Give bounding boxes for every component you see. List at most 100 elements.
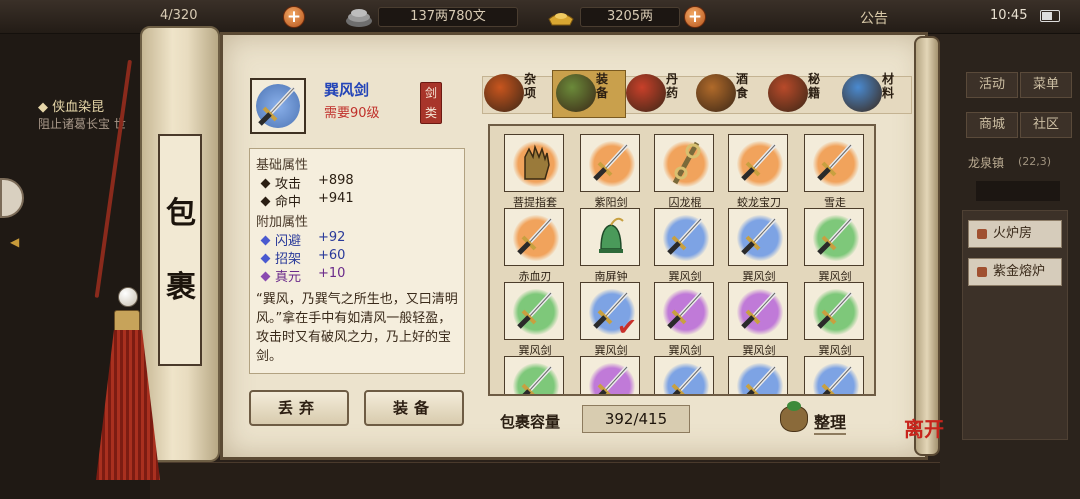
slot-frame <box>504 356 564 394</box>
inventory-slot[interactable]: 巽风剑 <box>804 282 866 357</box>
inventory-slot[interactable]: 巽风剑 <box>654 282 716 357</box>
slot-frame <box>580 208 640 266</box>
tab-1[interactable]: 装备 <box>594 72 610 100</box>
inventory-slot[interactable]: 紫阳剑 <box>580 134 642 209</box>
item-level-requirement: 需要90级 <box>324 106 380 121</box>
glove-icon <box>524 144 550 180</box>
add-resource-button[interactable]: + <box>283 6 305 28</box>
tab-4[interactable]: 秘籍 <box>806 72 822 100</box>
inventory-grid: 菩提指套 紫阳剑 囚龙棍 蛟龙宝刀 雪走 赤血刃 南屏钟 巽风剑 巽风剑 巽风剑 巽风剑 ✔ 巽风剑 巽风… <box>488 124 876 396</box>
money-value: 137两780文 <box>378 7 518 27</box>
location-item-furnace[interactable]: 火炉房 <box>968 220 1062 248</box>
item-name: 巽风剑 <box>324 81 370 99</box>
staff-icon <box>672 141 701 185</box>
quest-title[interactable]: ◆ 侠血染昆 <box>38 96 104 115</box>
tassel-bead <box>118 287 138 307</box>
inventory-slot[interactable]: 巽风剑 <box>804 208 866 283</box>
sword-icon <box>817 143 853 181</box>
furnace-icon <box>977 267 987 277</box>
sword-icon <box>517 291 553 329</box>
attr-row-zhenyuan: 真元 +10 <box>260 266 345 285</box>
leave-button[interactable]: 离开 <box>904 419 948 439</box>
tab-icon-4 <box>768 74 808 112</box>
sword-icon <box>671 365 703 394</box>
inventory-slot[interactable] <box>804 356 866 394</box>
inventory-slot[interactable] <box>728 356 790 394</box>
base-attributes-header: 基础属性 <box>256 158 309 173</box>
clock: 10:45 <box>990 8 1028 23</box>
inventory-slot[interactable]: 囚龙棍 <box>654 134 716 209</box>
collapse-arrow-icon[interactable]: ◀ <box>10 235 19 249</box>
inventory-slot[interactable]: 巽风剑 <box>728 282 790 357</box>
inventory-slot[interactable]: 菩提指套 <box>504 134 566 209</box>
sort-label: 整理 <box>814 409 847 435</box>
slot-frame <box>580 134 640 192</box>
tab-5[interactable]: 材料 <box>880 72 896 100</box>
slot-frame <box>580 356 640 394</box>
bottom-nav-bar <box>150 462 940 499</box>
inventory-slot[interactable] <box>654 356 716 394</box>
town-tab[interactable] <box>976 181 1060 201</box>
inventory-slot[interactable] <box>504 356 566 394</box>
scroll-title-box <box>158 134 202 366</box>
selected-item-thumbnail <box>250 78 306 134</box>
tab-icon-0 <box>484 74 524 112</box>
inventory-slot[interactable]: 巽风剑 <box>654 208 716 283</box>
sword-icon <box>821 365 853 394</box>
scroll-title-char-2: 裹 <box>166 270 196 305</box>
activity-button[interactable]: 活动 <box>966 72 1018 98</box>
bell-icon <box>599 217 624 253</box>
sword-icon <box>593 143 629 181</box>
inventory-slot[interactable]: 蛟龙宝刀 <box>728 134 790 209</box>
add-gold-button[interactable]: + <box>684 6 706 28</box>
sword-icon <box>667 217 703 255</box>
sword-icon <box>741 143 777 181</box>
menu-button[interactable]: 菜单 <box>1020 72 1072 98</box>
attr-row-hit: 命中 +941 <box>260 191 354 210</box>
money-icon <box>344 5 374 29</box>
sword-icon <box>817 291 853 329</box>
tab-0[interactable]: 杂项 <box>522 72 538 100</box>
sword-icon <box>517 217 553 255</box>
gold-value: 3205两 <box>580 7 680 27</box>
location-label: 火炉房 <box>993 226 1033 241</box>
town-coordinates: (22,3) <box>1018 155 1052 168</box>
scroll-title-char-1: 包 <box>166 196 196 231</box>
inventory-slot[interactable]: ✔ 巽风剑 <box>580 282 642 357</box>
notice-button[interactable]: 公告 <box>860 8 888 28</box>
sort-button[interactable]: 整理 <box>780 401 860 436</box>
slot-frame <box>504 282 564 340</box>
community-button[interactable]: 社区 <box>1020 112 1072 138</box>
shop-button[interactable]: 商城 <box>966 112 1018 138</box>
tab-2[interactable]: 丹药 <box>664 72 680 100</box>
slot-frame <box>504 208 564 266</box>
equip-button[interactable]: 装备 <box>364 390 464 426</box>
slot-frame <box>728 208 788 266</box>
sword-icon <box>667 291 703 329</box>
scroll-end-rod <box>914 36 940 456</box>
discard-button[interactable]: 丢弃 <box>249 390 349 426</box>
quest-description: 阻止诸葛长宝 世 <box>38 117 126 131</box>
inventory-slot[interactable]: 南屏钟 <box>580 208 642 283</box>
slot-frame <box>728 134 788 192</box>
slot-frame <box>804 134 864 192</box>
sword-icon <box>741 291 777 329</box>
location-item-gold-furnace[interactable]: 紫金熔炉 <box>968 258 1062 286</box>
selected-check-icon: ✔ <box>617 313 638 340</box>
slot-frame <box>804 282 864 340</box>
gold-ingot-icon <box>546 5 576 29</box>
sword-icon <box>741 217 777 255</box>
inventory-slot[interactable]: 巽风剑 <box>504 282 566 357</box>
slot-frame <box>504 134 564 192</box>
tab-icon-3 <box>696 74 736 112</box>
item-category-stamp: 剑类 <box>420 82 442 124</box>
town-name: 龙泉镇 <box>968 156 1005 170</box>
inventory-slot[interactable] <box>580 356 642 394</box>
inventory-slot[interactable]: 雪走 <box>804 134 866 209</box>
slot-frame <box>654 356 714 394</box>
sword-icon <box>597 365 629 394</box>
inventory-slot[interactable]: 赤血刃 <box>504 208 566 283</box>
item-description: “巽风，乃巽气之所生也，又曰清明风。”拿在手中有如清风一般轻盈，攻击时又有破风之… <box>256 292 458 364</box>
tab-3[interactable]: 酒食 <box>734 72 750 100</box>
inventory-slot[interactable]: 巽风剑 <box>728 208 790 283</box>
